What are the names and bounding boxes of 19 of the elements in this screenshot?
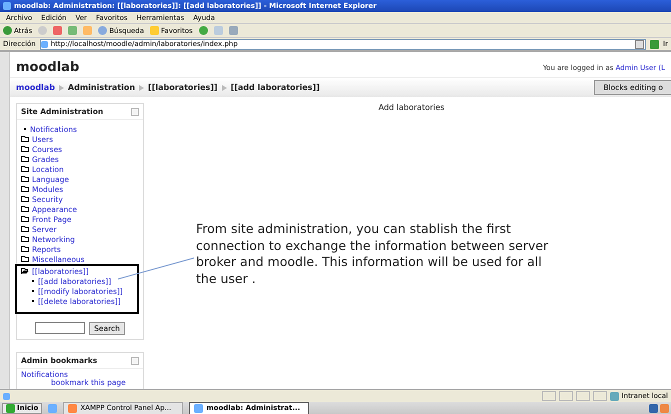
collapse-icon[interactable]: [131, 108, 139, 116]
callout-text: From site administration, you can stablish the first connection to exchange the information between server broker and moodle. This information will be used for all the user .: [196, 221, 550, 288]
open-folder-icon: [21, 268, 29, 274]
status-pane: [576, 391, 590, 401]
status-pane: [542, 391, 556, 401]
breadcrumb-item: Administration: [68, 83, 136, 92]
status-pane: [592, 391, 607, 401]
search-field[interactable]: [35, 322, 86, 334]
dropdown-icon[interactable]: [635, 40, 644, 48]
separator-icon: [222, 84, 227, 90]
page-heading: Add laboratories: [378, 103, 444, 112]
separator-icon: [139, 84, 144, 90]
status-pane: [558, 391, 573, 401]
site-name: moodlab: [16, 60, 80, 75]
breadcrumb-item: [[laboratories]]: [148, 83, 218, 92]
breadcrumb-item[interactable]: moodlab: [16, 83, 55, 92]
separator-icon: [58, 84, 64, 90]
collapse-icon[interactable]: [131, 356, 139, 364]
breadcrumb-item: [[add laboratories]]: [230, 83, 320, 92]
